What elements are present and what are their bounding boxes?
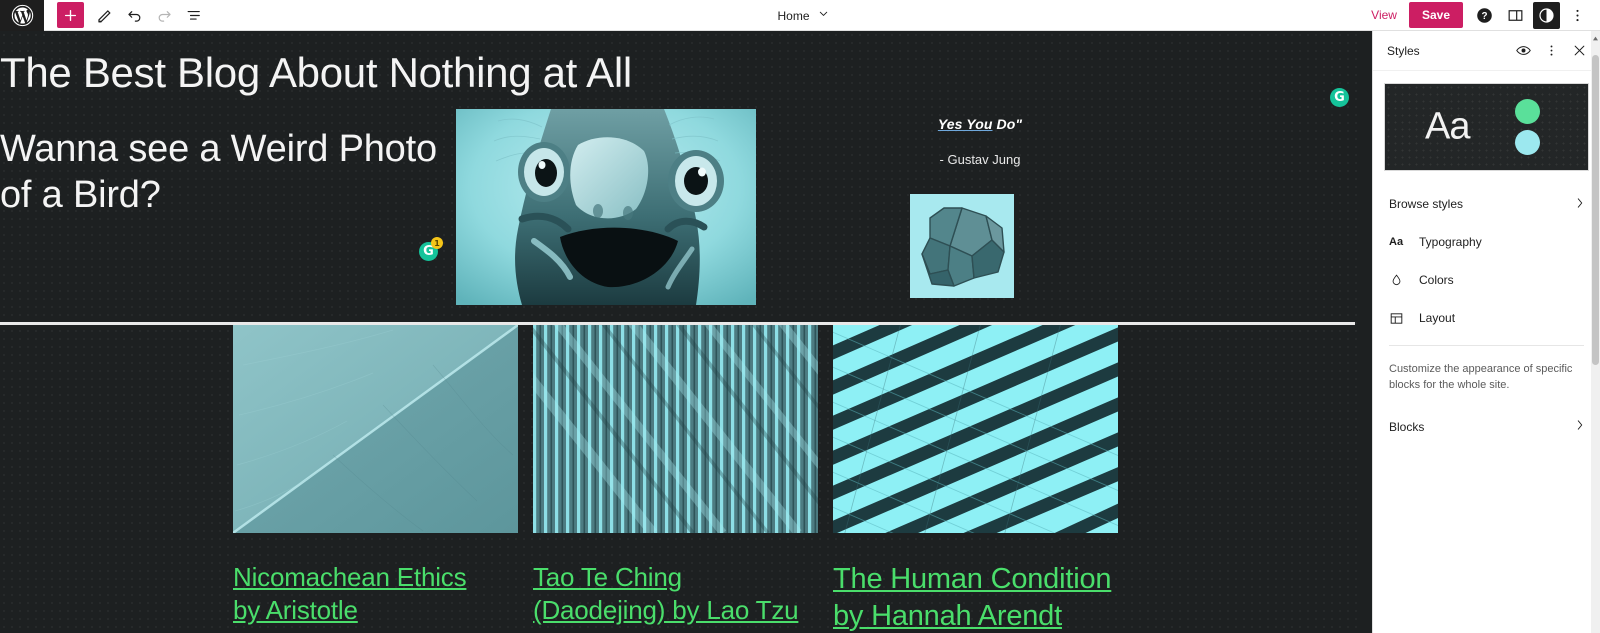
striped-building-graphic [833, 325, 1118, 533]
preview-color-swatch-1 [1515, 99, 1540, 124]
dodecahedron-graphic [910, 194, 1014, 298]
gallery-caption-link[interactable]: Nicomachean Ethics by Aristotle [233, 561, 518, 627]
blocks-label: Blocks [1389, 419, 1425, 434]
droplet-icon [1389, 273, 1411, 288]
sidebar-item-layout[interactable]: Layout [1373, 299, 1600, 337]
site-title-heading[interactable]: The Best Blog About Nothing at All [0, 49, 632, 97]
caption-line-1: The Human Condition [833, 563, 1112, 595]
sand-dune-image[interactable] [233, 325, 518, 533]
scroll-up-arrow-icon[interactable] [1591, 33, 1600, 44]
striped-building-image[interactable] [833, 325, 1118, 533]
chevron-down-icon [817, 7, 830, 25]
quote-citation: - Gustav Jung [939, 152, 1021, 167]
list-view-button[interactable] [179, 1, 209, 29]
quote-underlined-part: Yes You [937, 116, 993, 132]
caption-line-1: Nicomachean Ethics [233, 562, 467, 592]
document-title-label: Home [777, 8, 810, 23]
styles-panel-title: Styles [1387, 43, 1420, 58]
help-icon[interactable]: ? [1471, 2, 1498, 29]
chevron-right-icon [1573, 196, 1587, 213]
caption-line-2: (Daodejing) by Lao Tzu [533, 594, 799, 625]
sand-dune-graphic [233, 325, 518, 533]
browse-styles-row[interactable]: Browse styles [1373, 185, 1600, 223]
preview-color-swatch-2 [1515, 130, 1540, 155]
close-styles-icon[interactable] [1566, 38, 1592, 64]
add-block-button[interactable] [57, 2, 84, 28]
top-bar-tools [44, 1, 209, 29]
preview-sample-text: Aa [1425, 105, 1470, 148]
more-options-icon[interactable] [1564, 2, 1591, 29]
sidebar-item-colors[interactable]: Colors [1373, 261, 1600, 299]
quote-block[interactable]: Yes You Do" - Gustav Jung [860, 116, 1100, 298]
canvas-scrollbar[interactable] [1591, 31, 1600, 633]
gallery-caption-link[interactable]: The Human Condition by Hannah Arendt [833, 561, 1118, 633]
grammarly-letter-secondary: G [1334, 90, 1345, 105]
document-title-dropdown[interactable]: Home [764, 4, 835, 28]
undo-button[interactable] [119, 1, 149, 29]
books-gallery: Nicomachean Ethics by Aristotle Tao Te C… [233, 325, 1118, 633]
caption-line-1: Tao Te Ching [533, 562, 682, 592]
style-preview-card[interactable]: Aa [1384, 83, 1589, 171]
blocks-description: Customize the appearance of specific blo… [1389, 363, 1573, 391]
aa-typography-icon: Aa [1389, 236, 1404, 248]
styles-toggle-icon[interactable] [1533, 1, 1560, 29]
layout-grid-icon [1389, 311, 1411, 326]
revisions-eye-icon[interactable] [1510, 38, 1536, 64]
sidebar-item-typography[interactable]: Aa Typography [1373, 223, 1600, 261]
svg-text:?: ? [1481, 11, 1487, 22]
edit-mode-button[interactable] [89, 1, 119, 29]
wordpress-logo-icon[interactable] [0, 0, 44, 31]
save-button[interactable]: Save [1408, 2, 1463, 28]
quote-rest: Do [992, 116, 1016, 132]
chevron-right-icon [1573, 418, 1587, 435]
styles-sidebar-header: Styles [1373, 31, 1600, 71]
gallery-item[interactable]: Nicomachean Ethics by Aristotle [233, 325, 518, 633]
typography-label: Typography [1419, 235, 1482, 249]
bird-photo-image[interactable] [456, 109, 756, 305]
subheading-block[interactable]: Wanna see a Weird Photo of a Bird? [0, 126, 440, 219]
browse-styles-label: Browse styles [1389, 197, 1464, 211]
grammarly-badge-count: 1 [431, 237, 443, 249]
dodecahedron-image[interactable] [910, 194, 1014, 298]
gallery-item[interactable]: The Human Condition by Hannah Arendt [833, 325, 1118, 633]
colors-label: Colors [1419, 273, 1454, 287]
gallery-caption-link[interactable]: Tao Te Ching (Daodejing) by Lao Tzu [533, 561, 818, 627]
editor-top-bar: Home View Save ? [0, 0, 1600, 31]
louvers-facade-graphic [533, 325, 818, 533]
grammarly-badge-icon[interactable]: G 1 [419, 237, 443, 261]
grammarly-badge-icon-secondary[interactable]: G [1330, 88, 1349, 107]
bird-photo-graphic [456, 109, 756, 305]
hero-section: The Best Blog About Nothing at All Wanna… [0, 31, 1355, 321]
top-bar-actions: View Save ? [1363, 1, 1600, 29]
view-link[interactable]: View [1363, 4, 1405, 26]
sidebar-item-blocks[interactable]: Blocks [1373, 408, 1600, 446]
layout-label: Layout [1419, 311, 1456, 325]
document-title-area: Home [0, 0, 1600, 31]
styles-sidebar: Styles Aa Browse styles Aa Typography Co… [1372, 31, 1600, 633]
styles-more-options-icon[interactable] [1538, 38, 1564, 64]
gallery-item[interactable]: Tao Te Ching (Daodejing) by Lao Tzu [533, 325, 818, 633]
caption-line-2: by Hannah Arendt [833, 599, 1062, 632]
settings-sidebar-icon[interactable] [1502, 2, 1529, 29]
quote-text: Yes You Do" [860, 116, 1100, 132]
block-editor-canvas[interactable]: The Best Blog About Nothing at All Wanna… [0, 31, 1363, 633]
caption-line-2: by Aristotle [233, 594, 358, 625]
quote-closing-mark: " [1015, 116, 1023, 132]
louvers-facade-image[interactable] [533, 325, 818, 533]
redo-button[interactable] [149, 1, 179, 29]
canvas-scrollbar-thumb[interactable] [1592, 55, 1599, 365]
